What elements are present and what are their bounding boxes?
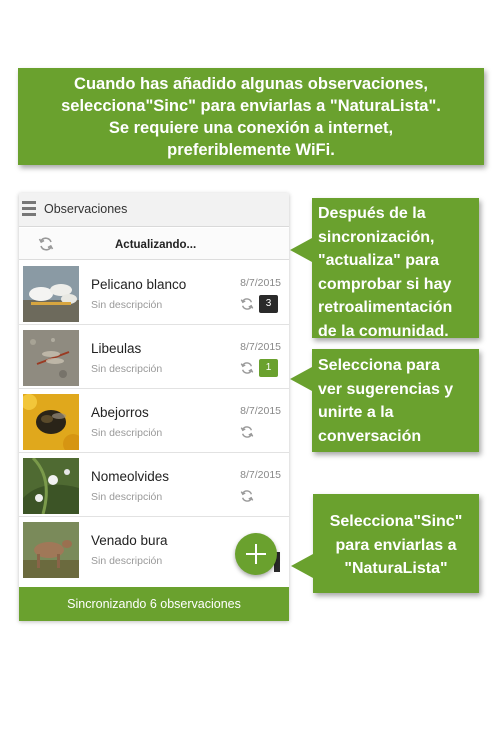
observation-name: Nomeolvides: [91, 469, 170, 484]
observation-name: Venado bura: [91, 533, 168, 548]
status-text: Actualizando...: [115, 239, 197, 251]
observation-description: Sin descripción: [91, 299, 163, 311]
callout-line: ver sugerencias y: [318, 380, 454, 398]
observation-description: Sin descripción: [91, 491, 163, 503]
callout-line: conversación: [318, 427, 422, 445]
observation-date: 8/7/2015: [240, 405, 281, 417]
observation-row-abejorros[interactable]: Abejorros Sin descripción 8/7/2015: [19, 390, 289, 453]
observation-row-nomeolvides[interactable]: Nomeolvides Sin descripción 8/7/2015: [19, 454, 289, 517]
callout-pointer: [290, 238, 312, 262]
callout-line: Selecciona"Sinc": [329, 513, 463, 530]
app-bar: Observaciones: [19, 193, 289, 227]
callout-line: Después de la: [318, 205, 426, 222]
callout-pointer: [291, 554, 313, 578]
observation-date: 8/7/2015: [240, 341, 281, 353]
app-screen: Observaciones Actualizando... Pelicano b…: [19, 193, 289, 621]
sync-icon[interactable]: [240, 489, 254, 503]
callout-line: de la comunidad.: [318, 322, 449, 340]
observation-thumbnail: [23, 458, 79, 514]
callout-line: retroalimentación: [318, 299, 453, 316]
intro-callout: Cuando has añadido algunas observaciones…: [18, 68, 484, 165]
add-observation-button[interactable]: [235, 533, 277, 575]
suggestions-callout: Selecciona para ver sugerencias y unirte…: [290, 349, 479, 452]
observation-row-libeulas[interactable]: Libeulas Sin descripción 8/7/2015 1: [19, 326, 289, 389]
callout-line: "NaturaLista": [344, 560, 448, 577]
callout-line: para enviarlas a: [335, 536, 457, 554]
callout-pointer: [290, 367, 312, 391]
sync-icon[interactable]: [38, 236, 54, 252]
callout-line: unirte a la: [318, 404, 394, 421]
callout-line: sincronización,: [318, 228, 435, 246]
sync-icon[interactable]: [240, 425, 254, 439]
observation-thumbnail: [23, 522, 79, 578]
sinc-callout: Selecciona"Sinc" para enviarlas a "Natur…: [291, 494, 479, 593]
observation-date: 8/7/2015: [240, 277, 281, 289]
observation-row-pelicano[interactable]: Pelicano blanco Sin descripción 8/7/2015…: [19, 262, 289, 325]
callout-line: Selecciona para: [318, 357, 440, 374]
observation-description: Sin descripción: [91, 427, 163, 439]
observation-thumbnail: [23, 266, 79, 322]
observation-description: Sin descripción: [91, 363, 163, 375]
sync-bottom-bar[interactable]: Sincronizando 6 observaciones: [19, 587, 289, 621]
comment-count-badge[interactable]: 1: [259, 359, 278, 377]
menu-icon[interactable]: [22, 201, 36, 217]
intro-line-1: Cuando has añadido algunas observaciones…: [74, 75, 428, 93]
plus-icon-vertical: [255, 544, 257, 564]
callout-line: "actualiza" para: [318, 252, 439, 269]
observation-description: Sin descripción: [91, 555, 163, 567]
observation-name: Pelicano blanco: [91, 277, 187, 292]
observation-name: Abejorros: [91, 405, 149, 420]
comment-count-badge[interactable]: 3: [259, 295, 278, 313]
sync-icon[interactable]: [240, 361, 254, 375]
page-title: Observaciones: [44, 202, 128, 216]
observation-thumbnail: [23, 394, 79, 450]
intro-line-3: Se requiere una conexión a internet,: [108, 119, 394, 137]
intro-line-4: preferiblemente WiFi.: [167, 141, 335, 159]
observation-thumbnail: [23, 330, 79, 386]
sync-status-row: Actualizando...: [19, 228, 289, 260]
sync-update-callout: Después de la sincronización, "actualiza…: [290, 198, 479, 340]
callout-line: comprobar si hay: [318, 275, 452, 293]
observation-date: 8/7/2015: [240, 469, 281, 481]
intro-line-2: selecciona"Sinc" para enviarlas a "Natur…: [61, 97, 441, 115]
sync-icon[interactable]: [240, 297, 254, 311]
observation-name: Libeulas: [91, 341, 142, 356]
